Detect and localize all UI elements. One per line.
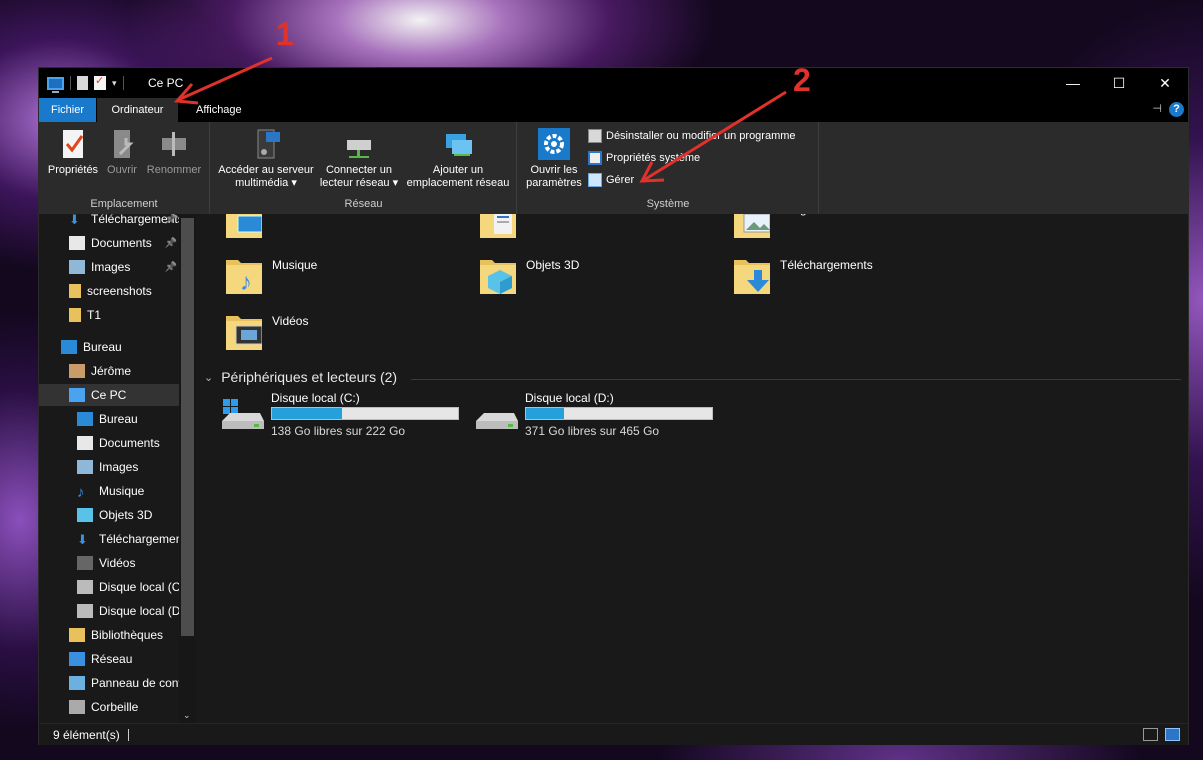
annotation-number-2: 2 [793, 62, 811, 98]
annotation-arrow-2 [643, 90, 787, 182]
annotation-arrows [173, 56, 787, 183]
annotation-number-1: 1 [276, 16, 294, 52]
annotation-arrow-1 [177, 56, 273, 102]
